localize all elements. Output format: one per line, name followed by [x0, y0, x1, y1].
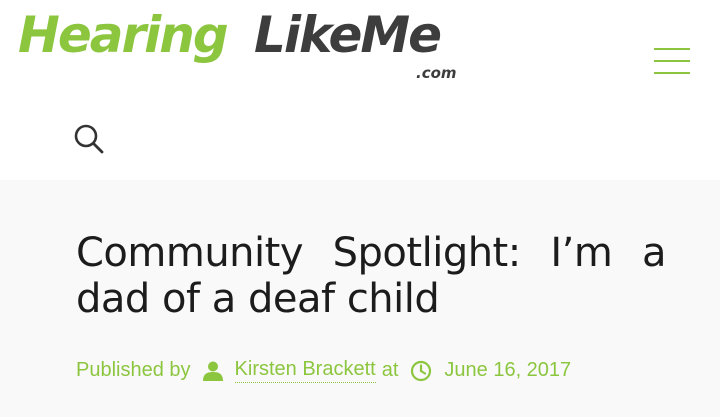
post-header: Community Spotlight: I’m a dad of a deaf…: [0, 180, 720, 417]
clock-icon: [410, 360, 432, 382]
logo-likeme-text: LikeMe: [254, 6, 442, 64]
logo-com-text: .com: [416, 64, 457, 82]
site-logo[interactable]: Hearing LikeMe .com: [18, 6, 468, 86]
at-label: at: [381, 359, 399, 381]
search-icon[interactable]: [72, 122, 106, 156]
hamburger-icon[interactable]: [652, 44, 692, 78]
post-title: Community Spotlight: I’m a dad of a deaf…: [76, 230, 667, 322]
logo-hearing-text: Hearing: [18, 6, 229, 64]
published-by-label: Published by: [76, 359, 191, 381]
site-header: Hearing LikeMe .com: [0, 0, 720, 180]
author-link[interactable]: Kirsten Brackett: [234, 358, 376, 383]
post-date: June 16, 2017: [444, 359, 572, 381]
user-icon: [202, 361, 223, 381]
post-meta: Published by Kirsten Brackett at June 16…: [76, 358, 571, 383]
